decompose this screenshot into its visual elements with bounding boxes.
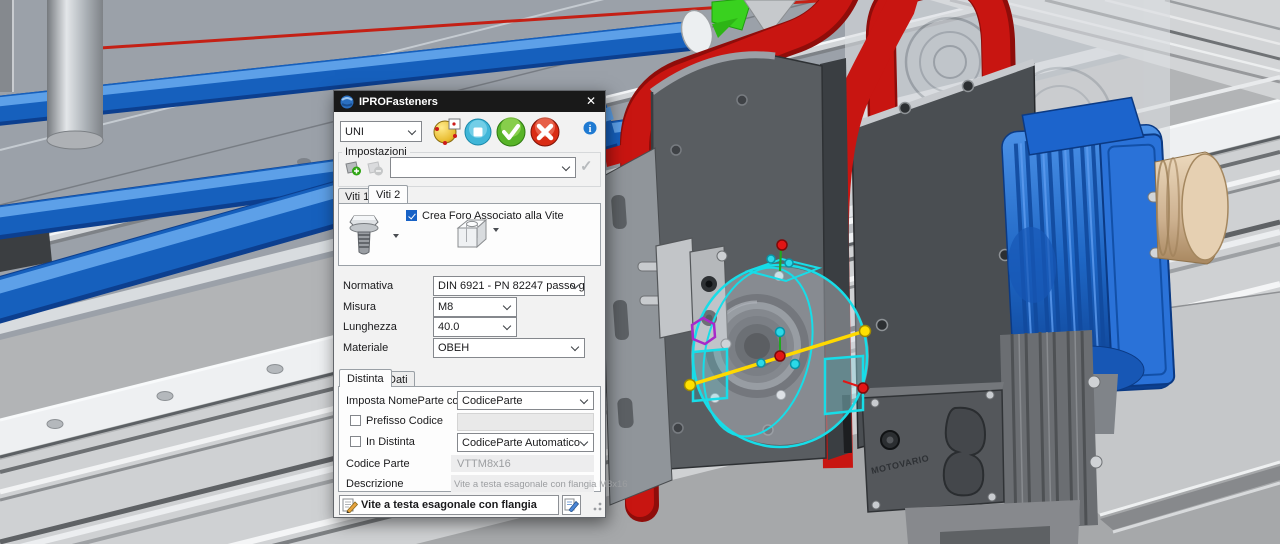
red-handle-top[interactable] xyxy=(777,240,787,250)
lunghezza-label: Lunghezza xyxy=(343,321,397,333)
standard-combo[interactable]: UNI xyxy=(340,121,422,142)
page-pencil-icon xyxy=(564,498,579,512)
iprofasteners-dialog: IPROFasteners ✕ UNI i Impostazioni xyxy=(333,90,606,518)
tab-viti-2[interactable]: Viti 2 xyxy=(368,185,408,203)
chevron-down-icon xyxy=(562,162,570,170)
normativa-combo[interactable]: DIN 6921 - PN 82247 passo grosso xyxy=(433,276,585,296)
resize-grip[interactable] xyxy=(590,501,603,513)
insert-fastener-button[interactable] xyxy=(432,117,462,145)
create-hole-checkbox[interactable] xyxy=(406,210,417,221)
screw-type-dropdown-icon[interactable] xyxy=(393,234,399,241)
codice-parte-value: VTTM8x16 xyxy=(457,458,511,470)
prefisso-field xyxy=(457,413,594,431)
lunghezza-combo[interactable]: 40.0 xyxy=(433,317,517,337)
footer-description-field[interactable]: Vite a testa esagonale con flangia xyxy=(339,495,559,515)
dialog-titlebar[interactable]: IPROFasteners ✕ xyxy=(334,91,605,112)
materiale-label: Materiale xyxy=(343,342,388,354)
yellow-handle[interactable] xyxy=(860,326,871,337)
indistinta-label: In Distinta xyxy=(366,436,415,448)
misura-combo[interactable]: M8 xyxy=(433,297,517,317)
cad-viewport[interactable]: MOTOVARIO xyxy=(0,0,1280,544)
chevron-down-icon xyxy=(503,322,511,330)
misura-label: Misura xyxy=(343,301,376,313)
code-mode-combo[interactable]: CodiceParte Automatico xyxy=(457,433,594,452)
chevron-down-icon xyxy=(408,126,416,134)
hole-cube-icon[interactable] xyxy=(453,216,489,250)
cyan-handle[interactable] xyxy=(785,259,793,267)
red-handle-right[interactable] xyxy=(858,383,868,393)
prefisso-label: Prefisso Codice xyxy=(366,415,443,427)
screw-icon[interactable] xyxy=(349,212,381,258)
close-button[interactable]: ✕ xyxy=(582,93,600,109)
tab-distinta[interactable]: Distinta xyxy=(339,369,392,387)
apply-preset-icon[interactable]: ✓ xyxy=(580,157,593,175)
info-icon[interactable]: i xyxy=(583,121,597,135)
descrizione-label: Descrizione xyxy=(346,478,403,490)
save-preset-icon[interactable] xyxy=(344,159,362,176)
app-icon xyxy=(340,95,354,109)
delete-preset-icon[interactable] xyxy=(366,159,384,176)
cyan-handle[interactable] xyxy=(791,360,800,369)
ok-button[interactable] xyxy=(496,117,526,147)
viti-panel: Crea Foro Associato alla Vite xyxy=(338,203,601,266)
edit-description-icon xyxy=(342,498,358,513)
preview-button[interactable] xyxy=(464,118,492,146)
edit-description-button[interactable] xyxy=(562,495,581,515)
preset-combo[interactable] xyxy=(390,157,576,178)
materiale-combo[interactable]: OBEH xyxy=(433,338,585,358)
nomeparte-label: Imposta NomeParte con xyxy=(346,395,465,407)
cyan-handle[interactable] xyxy=(757,359,765,367)
normativa-label: Normativa xyxy=(343,280,393,292)
nomeparte-combo[interactable]: CodiceParte xyxy=(457,391,594,410)
dialog-title: IPROFasteners xyxy=(359,96,438,108)
hole-type-dropdown-icon[interactable] xyxy=(493,228,499,235)
distinta-panel: Imposta NomeParte con CodiceParte Prefis… xyxy=(338,386,601,492)
svg-text:i: i xyxy=(589,124,592,135)
yellow-handle[interactable] xyxy=(685,380,696,391)
descrizione-value: Vite a testa esagonale con flangia M8x16 xyxy=(454,479,628,490)
indistinta-checkbox[interactable] xyxy=(350,436,361,447)
cancel-button[interactable] xyxy=(530,117,560,147)
create-hole-label: Crea Foro Associato alla Vite xyxy=(422,210,564,222)
chevron-down-icon xyxy=(503,302,511,310)
cyan-handle[interactable] xyxy=(776,328,785,337)
red-handle-center[interactable] xyxy=(775,351,785,361)
tan-coupler xyxy=(1155,152,1228,264)
codice-parte-label: Codice Parte xyxy=(346,458,410,470)
cyan-handle[interactable] xyxy=(767,255,775,263)
chevron-down-icon xyxy=(580,395,588,403)
prefisso-checkbox[interactable] xyxy=(350,415,361,426)
motovario-gearbox xyxy=(862,390,1004,512)
chevron-down-icon xyxy=(571,343,579,351)
